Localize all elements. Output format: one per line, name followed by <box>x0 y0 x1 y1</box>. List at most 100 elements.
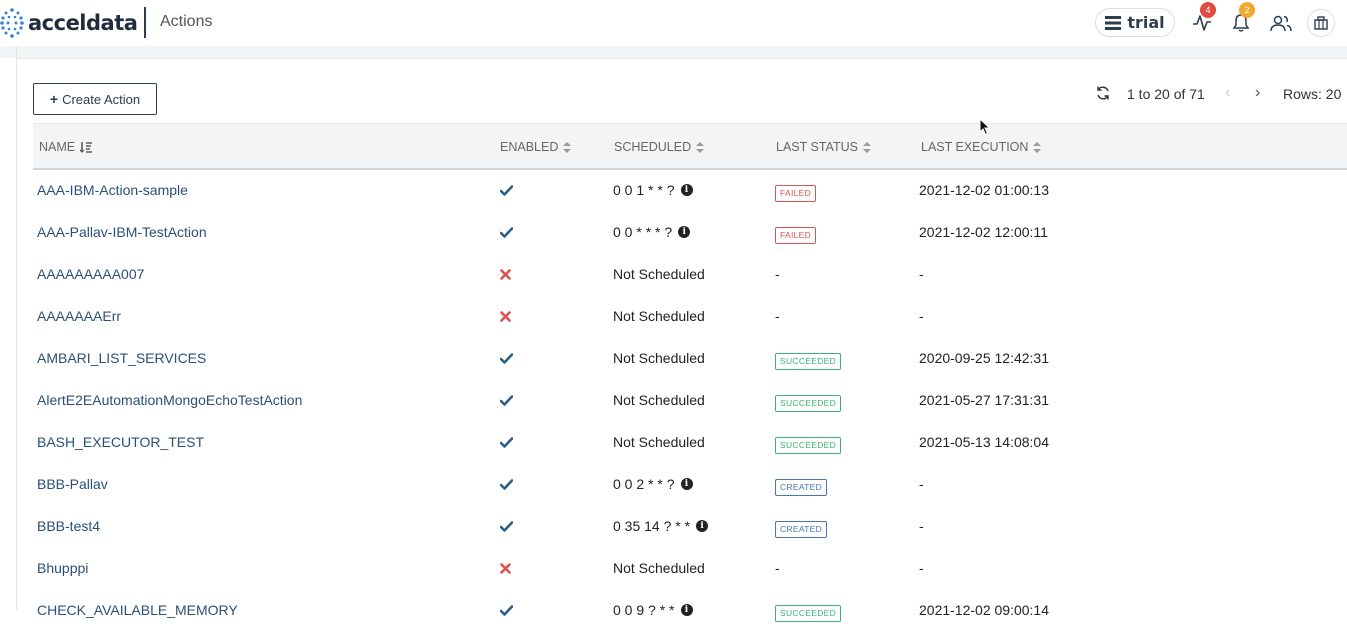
column-header-last-execution[interactable]: LAST EXECUTION <box>921 140 1042 154</box>
schedule-text: Not Scheduled <box>613 560 705 576</box>
pagination-summary: 1 to 20 of 71 <box>1127 86 1205 102</box>
table-row[interactable]: CHECK_AVAILABLE_MEMORY 0 0 9 ? * * i SUCCEE… <box>33 590 1347 632</box>
column-header-name[interactable]: NAME <box>39 140 93 154</box>
schedule-cell: 0 0 9 ? * * i <box>613 602 693 618</box>
table-row[interactable]: AAAAAAAAA007 Not Scheduled - - <box>33 254 1347 296</box>
status-empty: - <box>775 560 780 576</box>
sort-descending-icon <box>80 142 93 153</box>
panel-border <box>17 58 1347 59</box>
organization-button[interactable] <box>1307 9 1335 37</box>
mouse-cursor-icon <box>979 118 991 136</box>
status-badge: FAILED <box>775 225 817 244</box>
action-name-link[interactable]: AAAAAAAAA007 <box>37 266 144 282</box>
last-execution-time: 2021-12-02 01:00:13 <box>919 182 1049 198</box>
plan-label: trial <box>1127 13 1165 32</box>
last-execution-time: - <box>919 560 924 576</box>
building-icon <box>1314 16 1328 30</box>
schedule-text: 0 35 14 ? * * <box>613 518 691 534</box>
last-execution-time: - <box>919 266 924 282</box>
sort-icon <box>1033 141 1042 153</box>
plan-badge[interactable]: trial <box>1095 8 1175 37</box>
last-execution-time: 2021-05-13 14:08:04 <box>919 434 1049 450</box>
action-name-link[interactable]: Bhupppi <box>37 560 88 576</box>
schedule-text: Not Scheduled <box>613 350 705 366</box>
table-row[interactable]: AlertE2EAutomationMongoEchoTestAction Not… <box>33 380 1347 422</box>
info-icon[interactable]: i <box>680 604 693 616</box>
table-row[interactable]: Bhupppi Not Scheduled - - <box>33 548 1347 590</box>
schedule-cell: Not Scheduled <box>613 266 705 282</box>
schedule-cell: 0 0 2 * * ? i <box>613 476 693 492</box>
check-icon <box>499 183 514 199</box>
last-execution-time: - <box>919 308 924 324</box>
chevron-right-icon[interactable]: › <box>1255 84 1260 102</box>
action-name-link[interactable]: BBB-test4 <box>37 518 100 534</box>
status-badge-label: SUCCEEDED <box>775 605 842 622</box>
cross-icon <box>500 309 511 325</box>
sort-icon <box>563 141 572 153</box>
check-icon <box>499 435 514 451</box>
last-execution-time: 2020-09-25 12:42:31 <box>919 350 1049 366</box>
action-name-link[interactable]: AMBARI_LIST_SERVICES <box>37 350 206 366</box>
schedule-cell: Not Scheduled <box>613 392 705 408</box>
action-name-link[interactable]: AAA-IBM-Action-sample <box>37 182 188 198</box>
table-row[interactable]: BBB-test4 0 35 14 ? * * i CREATED - <box>33 506 1347 548</box>
info-icon[interactable]: i <box>678 226 691 238</box>
schedule-cell: Not Scheduled <box>613 308 705 324</box>
info-icon[interactable]: i <box>680 478 693 490</box>
header-separator <box>0 46 1347 58</box>
action-name-link[interactable]: AAAAAAAErr <box>37 308 121 324</box>
check-icon <box>499 519 514 535</box>
info-icon[interactable]: i <box>696 520 709 532</box>
table-header: NAME ENABLED SCHEDULED LAST STATUS LAST … <box>33 123 1347 170</box>
column-header-enabled[interactable]: ENABLED <box>500 140 572 154</box>
alert-count-badge: 2 <box>1239 2 1255 18</box>
status-badge-label: FAILED <box>775 227 817 244</box>
status-empty: - <box>775 308 780 324</box>
create-action-button[interactable]: + Create Action <box>33 83 157 115</box>
last-execution-time: - <box>919 476 924 492</box>
action-name-link[interactable]: BBB-Pallav <box>37 476 108 492</box>
check-icon <box>499 393 514 409</box>
schedule-text: 0 0 2 * * ? <box>613 476 675 492</box>
action-name-link[interactable]: CHECK_AVAILABLE_MEMORY <box>37 602 238 618</box>
refresh-button[interactable] <box>1095 85 1111 103</box>
last-execution-time: - <box>919 518 924 534</box>
notifications-button[interactable]: 2 <box>1229 2 1255 35</box>
info-icon[interactable]: i <box>680 184 693 196</box>
status-badge-label: SUCCEEDED <box>775 437 842 454</box>
column-header-scheduled[interactable]: SCHEDULED <box>614 140 705 154</box>
schedule-cell: 0 35 14 ? * * i <box>613 518 709 534</box>
activity-button[interactable]: 4 <box>1190 2 1216 35</box>
schedule-text: Not Scheduled <box>613 392 705 408</box>
users-button[interactable] <box>1269 11 1293 35</box>
divider <box>144 7 146 38</box>
action-name-link[interactable]: AlertE2EAutomationMongoEchoTestAction <box>37 392 302 408</box>
rows-per-page[interactable]: Rows: 20 <box>1283 86 1341 104</box>
schedule-cell: Not Scheduled <box>613 434 705 450</box>
status-badge-label: SUCCEEDED <box>775 395 842 412</box>
table-row[interactable]: BASH_EXECUTOR_TEST Not Scheduled SUCCEEDED… <box>33 422 1347 464</box>
status-badge: CREATED <box>775 477 828 496</box>
schedule-text: Not Scheduled <box>613 308 705 324</box>
last-execution-time: 2021-05-27 17:31:31 <box>919 392 1049 408</box>
status-badge-label: CREATED <box>775 521 828 538</box>
notification-count-badge: 4 <box>1200 2 1216 18</box>
chevron-left-icon[interactable]: ‹ <box>1225 84 1230 102</box>
last-execution-time: 2021-12-02 09:00:14 <box>919 602 1049 618</box>
sort-icon <box>862 141 871 153</box>
sort-icon <box>696 141 705 153</box>
action-name-link[interactable]: BASH_EXECUTOR_TEST <box>37 434 204 450</box>
table-row[interactable]: AAA-IBM-Action-sample 0 0 1 * * ? i FAILED 2… <box>33 170 1347 212</box>
refresh-icon <box>1097 86 1109 100</box>
cross-icon <box>500 561 511 577</box>
logo[interactable]: acceldata <box>0 6 138 40</box>
column-header-last-status[interactable]: LAST STATUS <box>776 140 871 154</box>
table-row[interactable]: AMBARI_LIST_SERVICES Not Scheduled SUCCEED… <box>33 338 1347 380</box>
table-row[interactable]: AAA-Pallav-IBM-TestAction 0 0 * * * ? i FAI… <box>33 212 1347 254</box>
table-row[interactable]: BBB-Pallav 0 0 2 * * ? i CREATED - <box>33 464 1347 506</box>
action-name-link[interactable]: AAA-Pallav-IBM-TestAction <box>37 224 207 240</box>
status-badge-label: CREATED <box>775 479 828 496</box>
table-row[interactable]: AAAAAAAErr Not Scheduled - - <box>33 296 1347 338</box>
create-action-label: Create Action <box>62 91 141 107</box>
schedule-text: 0 0 * * * ? <box>613 224 673 240</box>
